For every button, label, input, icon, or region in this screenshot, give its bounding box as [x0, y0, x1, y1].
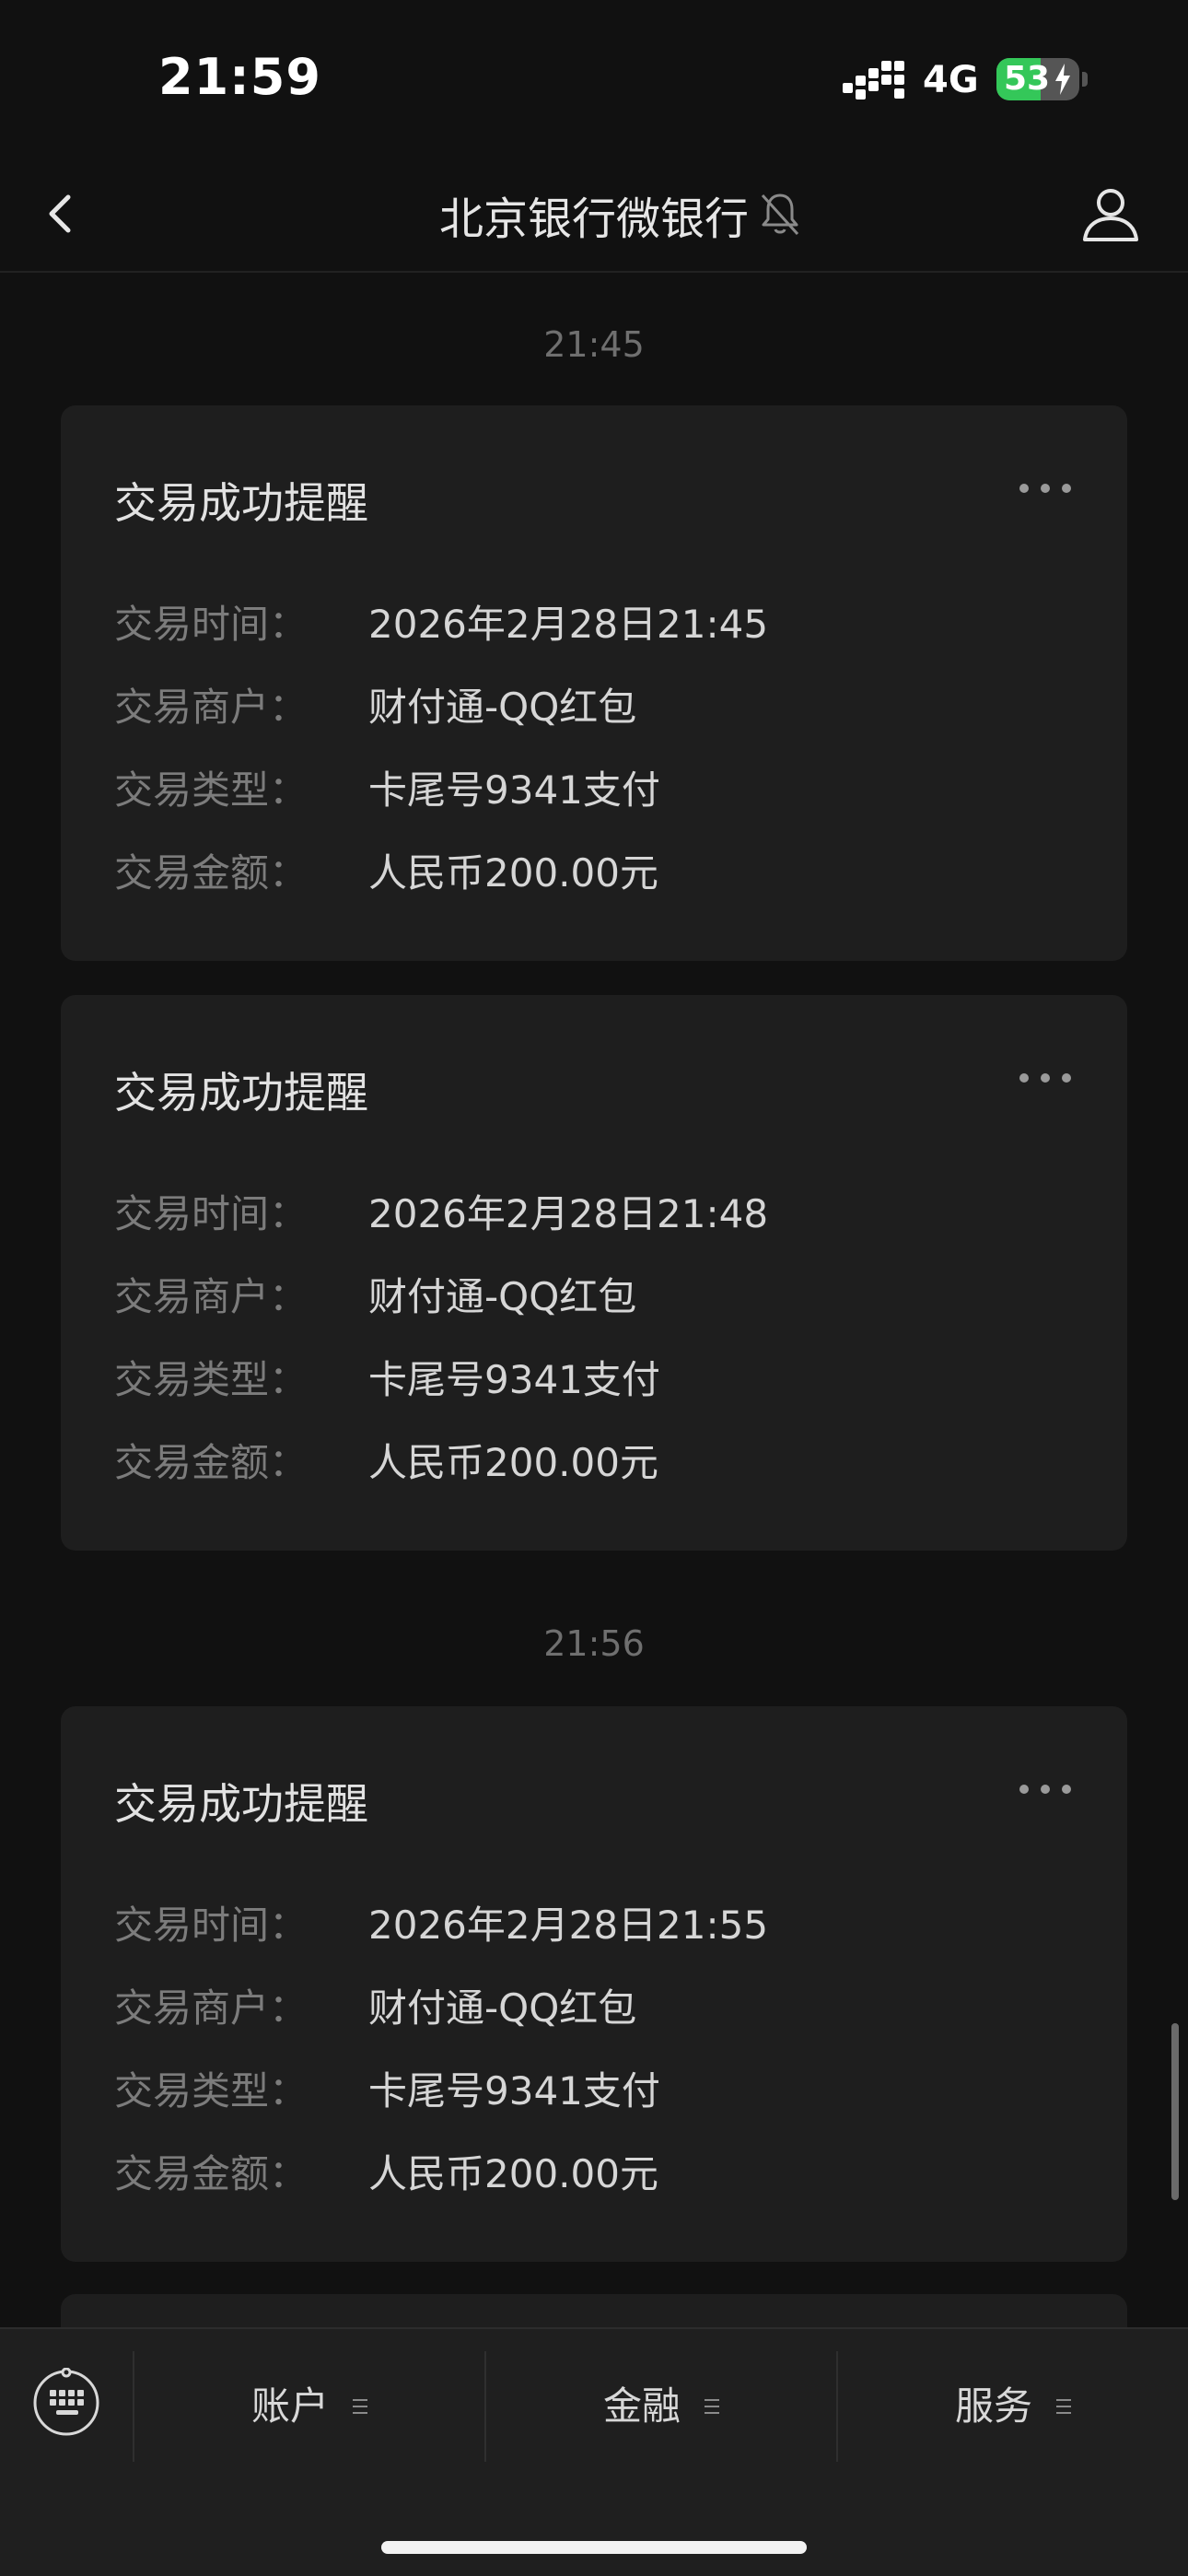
- message-timestamp: 21:56: [543, 1623, 645, 1664]
- row-label: 交易类型：: [114, 1357, 309, 1402]
- menu-label: 服务: [954, 2383, 1032, 2429]
- row-value: 人民币200.00元: [368, 1440, 658, 1485]
- card-title: 交易成功提醒: [114, 478, 368, 528]
- row-type: 交易类型： 卡尾号9341支付: [114, 1349, 1072, 1404]
- status-time: 21:59: [158, 48, 321, 106]
- row-value: 财付通-QQ红包: [368, 1274, 637, 1319]
- bell-muted-icon: [761, 193, 799, 236]
- row-value: 2026年2月28日21:45: [368, 602, 769, 647]
- row-time: 交易时间： 2026年2月28日21:55: [114, 1894, 1072, 1950]
- row-merchant: 交易商户： 财付通-QQ红包: [114, 1977, 1072, 2032]
- row-type: 交易类型： 卡尾号9341支付: [114, 2060, 1072, 2115]
- row-value: 2026年2月28日21:55: [368, 1903, 769, 1948]
- chat-screen: 21:59 4G 53 北京银行微银行 21:45 交易成功提醒 交易时间： 2…: [0, 0, 1188, 2576]
- row-value: 人民币200.00元: [368, 2151, 658, 2196]
- row-label: 交易商户：: [114, 1985, 309, 2031]
- scrollbar[interactable]: [1171, 2023, 1179, 2200]
- menu-account[interactable]: 账户: [134, 2351, 484, 2462]
- menu-service[interactable]: 服务: [838, 2351, 1188, 2462]
- row-merchant: 交易商户： 财付通-QQ红包: [114, 1266, 1072, 1321]
- nav-bar: 北京银行微银行: [0, 157, 1188, 273]
- row-label: 交易时间：: [114, 1903, 309, 1948]
- row-label: 交易商户：: [114, 1274, 309, 1319]
- submenu-icon: [1056, 2398, 1071, 2416]
- row-value: 财付通-QQ红包: [368, 685, 637, 730]
- home-indicator[interactable]: [381, 2541, 807, 2554]
- charging-bolt-icon: [1055, 64, 1070, 95]
- row-value: 2026年2月28日21:48: [368, 1191, 769, 1236]
- row-amount: 交易金额： 人民币200.00元: [114, 842, 1072, 897]
- row-value: 人民币200.00元: [368, 850, 658, 896]
- row-time: 交易时间： 2026年2月28日21:48: [114, 1183, 1072, 1238]
- card-title: 交易成功提醒: [114, 1779, 368, 1829]
- row-amount: 交易金额： 人民币200.00元: [114, 2143, 1072, 2198]
- status-bar: 21:59 4G 53: [0, 0, 1188, 157]
- battery-indicator: 53: [996, 58, 1079, 100]
- person-icon[interactable]: [1074, 177, 1147, 251]
- row-label: 交易类型：: [114, 2068, 309, 2113]
- card-title: 交易成功提醒: [114, 1068, 368, 1118]
- menu-label: 账户: [250, 2383, 329, 2429]
- row-type: 交易类型： 卡尾号9341支付: [114, 759, 1072, 814]
- row-value: 卡尾号9341支付: [368, 767, 660, 813]
- keyboard-icon[interactable]: [31, 2368, 101, 2438]
- bottom-menu-bar: 账户 金融 服务: [0, 2327, 1188, 2576]
- row-label: 交易金额：: [114, 1440, 309, 1485]
- row-label: 交易时间：: [114, 602, 309, 647]
- menu-label: 金融: [602, 2383, 681, 2429]
- message-timestamp: 21:45: [543, 324, 645, 365]
- page-title: 北京银行微银行: [438, 193, 749, 245]
- row-label: 交易时间：: [114, 1191, 309, 1236]
- more-icon[interactable]: [1017, 1069, 1074, 1087]
- row-value: 财付通-QQ红包: [368, 1985, 637, 2031]
- row-value: 卡尾号9341支付: [368, 1357, 660, 1402]
- menu-finance[interactable]: 金融: [486, 2351, 836, 2462]
- row-merchant: 交易商户： 财付通-QQ红包: [114, 676, 1072, 732]
- transaction-card[interactable]: 交易成功提醒 交易时间： 2026年2月28日21:45 交易商户： 财付通-Q…: [61, 405, 1127, 961]
- row-value: 卡尾号9341支付: [368, 2068, 660, 2113]
- row-amount: 交易金额： 人民币200.00元: [114, 1432, 1072, 1487]
- row-label: 交易金额：: [114, 2151, 309, 2196]
- row-label: 交易商户：: [114, 685, 309, 730]
- row-label: 交易金额：: [114, 850, 309, 896]
- row-time: 交易时间： 2026年2月28日21:45: [114, 593, 1072, 649]
- transaction-card[interactable]: 交易成功提醒 交易时间： 2026年2月28日21:48 交易商户： 财付通-Q…: [61, 995, 1127, 1551]
- battery-cap: [1082, 72, 1088, 87]
- submenu-icon: [353, 2398, 367, 2416]
- network-type: 4G: [923, 59, 979, 101]
- more-icon[interactable]: [1017, 479, 1074, 498]
- submenu-icon: [705, 2398, 719, 2416]
- battery-level: 53: [1004, 60, 1051, 98]
- signal-icon: [843, 61, 904, 100]
- transaction-card[interactable]: 交易成功提醒 交易时间： 2026年2月28日21:55 交易商户： 财付通-Q…: [61, 1706, 1127, 2262]
- more-icon[interactable]: [1017, 1780, 1074, 1798]
- row-label: 交易类型：: [114, 767, 309, 813]
